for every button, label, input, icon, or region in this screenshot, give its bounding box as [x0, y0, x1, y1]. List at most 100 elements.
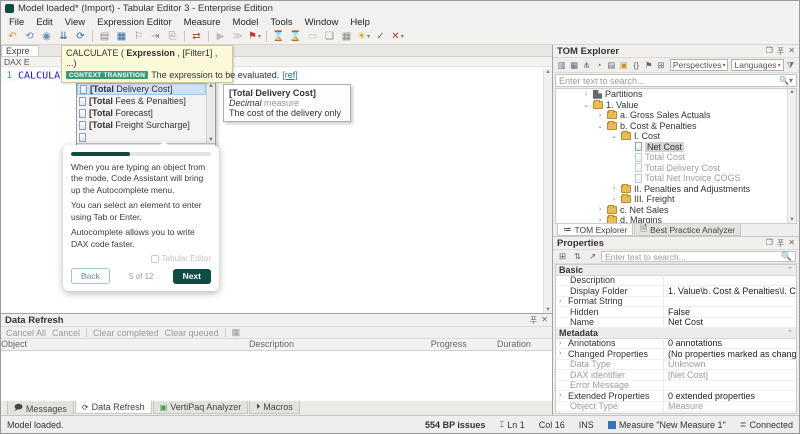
tree-item[interactable]: › Partitions [556, 89, 796, 100]
show-measures-icon[interactable]: ▦ [568, 59, 579, 71]
menu-view[interactable]: View [59, 17, 91, 28]
pending-undo-icon[interactable]: ⌛ [288, 30, 303, 44]
menu-window[interactable]: Window [299, 17, 345, 28]
bp-issues-counter[interactable]: 554 BP issues [425, 420, 485, 430]
column-header-description[interactable]: Description [249, 339, 431, 350]
pin-icon[interactable]: 푸 [777, 238, 784, 249]
tree-item[interactable]: ⌄ 1. Value [556, 99, 796, 111]
comment-icon[interactable]: ❑ [322, 30, 337, 44]
chevron-right-icon[interactable]: › [610, 185, 618, 192]
next-button[interactable]: Next [172, 268, 211, 284]
expression-editor[interactable]: Expre DAX E 1 CALCULATE(Total) CALCULATE… [1, 45, 552, 313]
chevron-right-icon[interactable]: › [596, 217, 604, 223]
chevron-right-icon[interactable]: › [559, 350, 568, 357]
tab-data-refresh[interactable]: ⟳ Data Refresh [74, 401, 152, 414]
scroll-up-icon[interactable]: ▲ [545, 69, 551, 75]
property-row[interactable]: › Extended Properties 0 extended propertie… [556, 390, 796, 402]
property-row[interactable]: Description [556, 275, 796, 286]
chevron-right-icon[interactable]: › [596, 206, 604, 213]
property-row[interactable]: Display Folder 1. Value\b. Cost & Penalti… [556, 285, 796, 297]
filter-icon[interactable]: ⚑ ▾ [247, 30, 262, 44]
autocomplete-item[interactable]: [Total Forecast] [77, 107, 206, 119]
property-row[interactable]: Data Type Unknown [556, 359, 796, 370]
collapse-icon[interactable]: ⌃ [787, 329, 793, 337]
tom-model-tree[interactable]: › Partitions ⌄ 1. Value › a. Gross Sales Actu… [555, 88, 797, 224]
clear-queued-button[interactable]: Clear queued [165, 328, 219, 338]
show-folders-icon[interactable]: ▣ [618, 59, 629, 71]
tree-item[interactable]: Total Delivery Cost [556, 163, 796, 174]
scroll-down-icon[interactable]: ▼ [789, 217, 795, 223]
tom-search-box[interactable]: Enter text to search... 🔍▾ [555, 74, 797, 87]
property-value[interactable]: (No properties marked as changed) [664, 349, 796, 359]
import-icon[interactable]: ⇊ [56, 30, 71, 44]
menu-file[interactable]: File [3, 17, 30, 28]
tree-item[interactable]: › d. Margins [556, 215, 796, 223]
tree-item[interactable]: ⌄ I. Cost [556, 131, 796, 142]
user-profile-icon[interactable]: ◉ [39, 30, 54, 44]
tree-item[interactable]: › c. Net Sales [556, 204, 796, 216]
close-icon[interactable]: ✕ [541, 315, 548, 326]
reference-link[interactable]: [ref] [282, 70, 298, 80]
pin-icon[interactable]: 푸 [530, 315, 537, 326]
clear-completed-button[interactable]: Clear completed [93, 328, 159, 338]
perspectives-dropdown[interactable]: Perspectives ▾ [669, 59, 729, 71]
scroll-up-icon[interactable]: ▲ [789, 89, 795, 95]
script-icon[interactable]: ⎘ [165, 30, 180, 44]
scroll-up-icon[interactable]: ▲ [208, 83, 214, 89]
close-icon[interactable]: ✕ [788, 238, 795, 249]
property-row[interactable]: › Annotations 0 annotations [556, 338, 796, 349]
frame-icon[interactable]: ▭ [305, 30, 320, 44]
tree-item[interactable]: › a. Gross Sales Actuals [556, 110, 796, 121]
popout-icon[interactable]: ↗ [586, 251, 599, 263]
restore-icon[interactable]: ❐ [766, 46, 773, 57]
property-row[interactable]: Error Message [556, 380, 796, 391]
tab-vertipaq-analyzer[interactable]: ▣ VertiPaq Analyzer [152, 401, 249, 414]
show-partitions-icon[interactable]: ◔ [593, 59, 604, 71]
properties-section-metadata[interactable]: Metadata ⌃ [556, 328, 796, 339]
autocomplete-item[interactable]: [Total Delivery Cost] [77, 83, 206, 95]
show-columns-icon[interactable]: ▥ [556, 59, 567, 71]
autocomplete-scrollbar[interactable]: ▲ ▼ [206, 83, 215, 143]
search-icon[interactable]: 🔍▾ [779, 76, 793, 85]
notification-icon[interactable]: ⚐ [131, 30, 146, 44]
pending-ops-icon[interactable]: ⌛ [271, 30, 286, 44]
property-row[interactable]: › Changed Properties (No properties marked… [556, 348, 796, 360]
column-header-object[interactable]: Object [1, 339, 249, 350]
run-icon[interactable]: ▶ [213, 30, 228, 44]
run-all-icon[interactable]: ≫ [230, 30, 245, 44]
format-dax-icon[interactable]: ☀ ▾ [356, 30, 371, 44]
column-header-progress[interactable]: Progress [431, 339, 497, 350]
autocomplete-item[interactable]: [Total Fees & Penalties] [77, 95, 206, 107]
chevron-right-icon[interactable]: › [559, 298, 568, 305]
property-value[interactable]: 0 extended properties [664, 391, 796, 401]
properties-grid[interactable]: Basic ⌃ Description Display Folder 1. Value\… [555, 264, 797, 414]
property-value[interactable]: 1. Value\b. Cost & Penalties\I. Cost [664, 286, 796, 296]
show-hierarchies-icon[interactable]: ⋔ [581, 59, 592, 71]
dropdown-arrow-icon[interactable]: ▾ [401, 33, 404, 40]
chevron-down-icon[interactable]: ⌄ [582, 101, 590, 109]
chevron-down-icon[interactable]: ⌄ [610, 132, 618, 140]
history-icon[interactable]: ⟲ [22, 30, 37, 44]
tree-item[interactable]: ⌄ b. Cost & Penalties [556, 120, 796, 132]
check-syntax-icon[interactable]: ✓ [373, 30, 388, 44]
property-value[interactable]: Net Cost [664, 317, 796, 327]
tree-item[interactable]: › II. Penalties and Adjustments [556, 183, 796, 195]
close-icon[interactable]: ✕ [788, 46, 795, 57]
property-value[interactable]: [Net Cost] [664, 370, 796, 380]
column-header-duration[interactable]: Duration [497, 339, 552, 350]
tree-item[interactable]: › III. Freight [556, 194, 796, 205]
properties-search-box[interactable]: Enter text to search... 🔍 [601, 251, 796, 262]
tab-best-practice-analyzer[interactable]: 🗎 Best Practice Analyzer [634, 223, 742, 236]
show-expressions-icon[interactable]: {} [631, 59, 642, 71]
property-row[interactable]: Object Type Measure [556, 401, 796, 412]
deploy-icon[interactable]: ⇄ [189, 30, 204, 44]
filter-icon[interactable]: ⧩ [785, 59, 796, 71]
chevron-right-icon[interactable]: › [559, 392, 568, 399]
matrix-icon[interactable]: ⊞ [655, 59, 666, 71]
property-row[interactable]: StateReady [556, 411, 796, 413]
property-row[interactable]: Hidden False [556, 306, 796, 318]
menu-expression-editor[interactable]: Expression Editor [91, 17, 177, 28]
tree-item[interactable]: Total Net Invoice COGS [556, 173, 796, 184]
categorized-view-icon[interactable]: ⊞ [556, 251, 569, 263]
property-row[interactable]: › Format String [556, 296, 796, 307]
